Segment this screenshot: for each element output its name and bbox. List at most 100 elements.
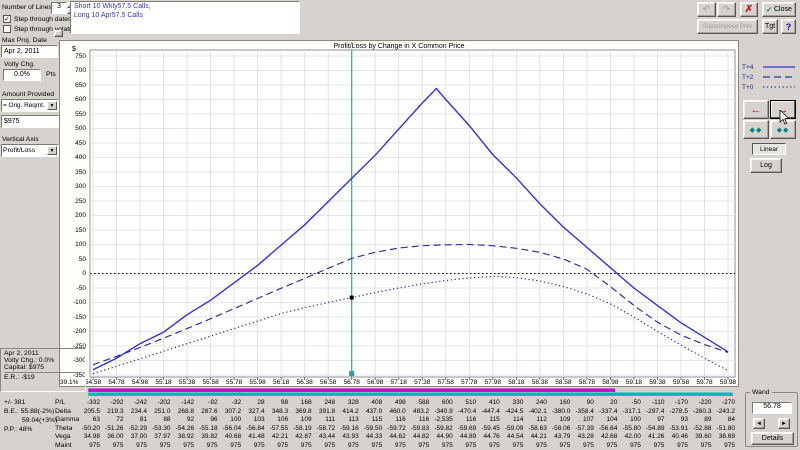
table-row-label: P/L [55,399,65,406]
x-axis-tick-label: 54.78 [104,379,130,386]
x-axis-tick-label: 58.58 [550,379,576,386]
y-axis-tick-label: -150 [58,314,86,321]
double-step-left-button[interactable]: ◆◆ [743,120,769,139]
log-button[interactable]: Log [750,158,782,173]
checkbox-icon[interactable]: ✓ [3,15,11,23]
checkbox-step-dates[interactable]: ✓ Step through dates [3,15,71,23]
x-axis-tick-label: 55.78 [221,379,247,386]
nav-back-button[interactable]: ↶ [697,2,716,17]
status-capital: Capital: $975 [4,364,82,371]
y-axis-tick-label: -200 [58,328,86,335]
x-axis-tick-label: 57.78 [456,379,482,386]
y-axis-tick-label: 400 [58,154,86,161]
y-axis-tick-label: 250 [58,198,86,205]
x-axis-tick-label: 55.98 [245,379,271,386]
x-axis-tick-label: 59.38 [644,379,670,386]
details-button-label: Details [762,435,783,442]
table-cell: 975 [707,442,735,449]
amount-provided-label: Amount Provided [2,91,54,98]
number-of-lines-input[interactable]: 3 [51,2,67,14]
wand-scroll-right-button[interactable]: ► [778,418,790,429]
chevron-down-icon[interactable]: ▼ [47,101,57,110]
y-axis-tick-label: -100 [58,299,86,306]
table-cell: 84 [707,416,735,423]
step-right-button[interactable]: → [770,100,796,119]
y-axis-tick-label: 500 [58,125,86,132]
x-axis-tick-label: 56.78 [339,379,365,386]
strategy-textbox[interactable]: Short 10 Wkly57.5 Calls, Long 10 Apr57.5… [70,1,300,34]
strategy-line: Short 10 Wkly57.5 Calls, [74,3,296,12]
x-axis-tick-label: 56.98 [362,379,388,386]
status-expected-return: E.R.: -$19 [4,374,82,381]
y-axis-tick-label: 50 [58,256,86,263]
x-axis-tick-label: 55.58 [198,379,224,386]
red-right-arrow-icon: → [778,104,789,116]
x-axis-tick-label: 59.98 [715,379,741,386]
y-axis-tick-label: 550 [58,111,86,118]
y-axis-tick-label: 350 [58,169,86,176]
x-axis-tick-label: 59.18 [621,379,647,386]
x-axis-tick-label: 56.58 [315,379,341,386]
volty-chg-label: Volty Chg. [4,61,35,68]
y-axis-tick-label: 750 [58,53,86,60]
x-axis-tick-label: 56.38 [292,379,318,386]
table-row-label: Maint [55,442,72,449]
nav-forward-icon: ↷ [723,4,731,15]
probability-of-profit: P.P.: 48% [4,426,32,433]
close-button[interactable]: ✓ Close [762,2,796,17]
target-button-label: Tgt [765,23,775,30]
chevron-down-icon[interactable]: ▼ [47,146,57,155]
table-row-label: Theta [55,425,72,432]
x-axis-tick-label: 55.38 [174,379,200,386]
strategy-line: Long 10 Apr57.5 Calls [74,12,296,21]
more-button[interactable]: … [54,30,63,37]
linear-button[interactable]: Linear [752,143,786,155]
y-axis-tick-label: -50 [58,285,86,292]
volty-chg-input[interactable]: 0.0% [3,69,41,81]
log-button-label: Log [760,162,772,169]
plot-area[interactable] [90,50,735,377]
vertical-axis-select[interactable]: Profit/Loss ▼ [1,144,59,157]
x-axis-tick-label: 57.58 [433,379,459,386]
y-axis-tick-label: 450 [58,140,86,147]
x-axis-tick-label: 57.18 [386,379,412,386]
table-cell: -270 [707,399,735,406]
amount-input[interactable]: $975 [1,115,59,128]
check-icon: ✓ [766,6,772,14]
graphic-analysis-window: Number of Lines 3 ▲ ▼ ✓ Step through dat… [0,0,800,450]
legend-line-sample [762,64,796,70]
details-button[interactable]: Details [751,432,794,445]
red-left-arrow-icon: ← [751,104,762,116]
x-axis-tick-label: 57.38 [409,379,435,386]
delete-button[interactable]: ✗ [740,2,758,17]
y-axis-tick-label: 150 [58,227,86,234]
target-button[interactable]: Tgt [762,19,778,34]
amount-provided-select[interactable]: = Orig. Reqmt. ▼ [1,99,59,112]
superimpose-prev-label: Superimpose Prev [703,24,752,30]
help-icon: ? [786,22,792,32]
x-axis-tick-label: 54.98 [127,379,153,386]
legend-line-sample [762,84,796,90]
wand-input[interactable]: 56.78 [752,402,792,414]
legend-label: T+2 [742,74,762,81]
max-proj-date-input[interactable]: Apr 2, 2011 [1,45,58,58]
nav-forward-button[interactable]: ↷ [717,2,736,17]
checkbox-icon[interactable] [3,25,11,33]
status-volty: Volty Chg.: 0.0% [4,357,82,364]
help-button[interactable]: ? [781,19,796,34]
teal-diamonds-icon: ◆◆ [750,126,763,134]
wand-scroll-left-button[interactable]: ◄ [753,418,765,429]
table-row-label: Vega [55,433,71,440]
double-step-right-button[interactable]: ◆◆ [770,120,796,139]
pts-label: Pts [46,71,56,78]
step-left-button[interactable]: ← [743,100,769,119]
chart-title: Profit/Loss by Change in X Common Price [59,43,739,50]
checkbox-label: Step through dates [14,16,71,23]
y-axis-tick-label: 200 [58,212,86,219]
legend-item: T+2 [742,72,796,82]
x-axis-tick-label: 57.98 [480,379,506,386]
plus-minus-stat: +/- 381 [4,399,25,406]
breakeven-high: 59.04(+3%) [22,417,57,424]
teal-diamonds-icon: ◆◆ [777,126,790,134]
superimpose-prev-button[interactable]: Superimpose Prev [697,19,758,34]
